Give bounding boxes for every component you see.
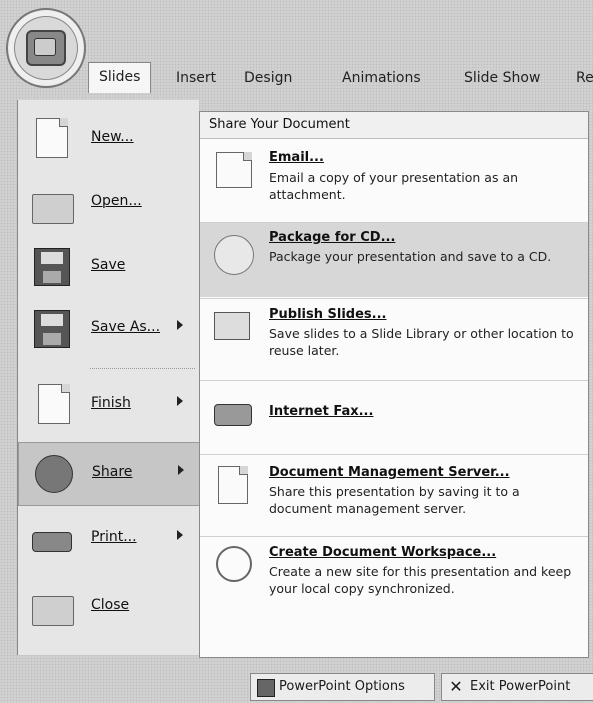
- office-menu: New... Open... Save Save As... Finish Sh…: [17, 100, 201, 655]
- share-option-description: Save slides to a Slide Library or other …: [269, 326, 574, 358]
- share-option-description: Share this presentation by saving it to …: [269, 484, 520, 516]
- share-panel: Share Your Document Email... Email a cop…: [199, 111, 589, 658]
- share-option-title: Package for CD...: [269, 230, 396, 245]
- menu-label: Save As...: [91, 319, 161, 335]
- share-option-title: Create Document Workspace...: [269, 545, 497, 560]
- menu-item-share[interactable]: Share: [18, 442, 201, 506]
- option-divider: [200, 454, 588, 455]
- share-option-description: Create a new site for this presentation …: [269, 564, 572, 596]
- office-button[interactable]: [6, 8, 86, 88]
- exit-label: Exit PowerPoint: [470, 679, 571, 694]
- share-option-package-cd[interactable]: Package for CD... Package your presentat…: [200, 223, 588, 297]
- menu-item-print[interactable]: Print...: [18, 508, 199, 570]
- menu-label: Print...: [91, 529, 137, 545]
- menu-item-close[interactable]: Close: [18, 576, 199, 638]
- share-option-publish-slides[interactable]: Publish Slides... Save slides to a Slide…: [200, 300, 588, 378]
- close-folder-icon: [30, 586, 74, 626]
- fax-icon: [210, 392, 254, 432]
- save-floppy-icon: [30, 246, 74, 286]
- office-logo-icon: [26, 30, 66, 66]
- options-label: PowerPoint Options: [279, 679, 405, 694]
- menu-label: Close: [91, 597, 130, 613]
- share-option-document-management-server[interactable]: Document Management Server... Share this…: [200, 456, 588, 534]
- cd-icon: [210, 235, 254, 275]
- share-people-icon: [31, 453, 75, 493]
- submenu-arrow-icon: [177, 320, 183, 330]
- menu-separator: [90, 368, 195, 369]
- tab-review[interactable]: Re: [576, 64, 593, 92]
- publish-slides-icon: [210, 312, 254, 352]
- tab-animations[interactable]: Animations: [342, 64, 421, 92]
- ribbon-tabs: Slides Insert Design Animations Slide Sh…: [88, 62, 593, 93]
- submenu-arrow-icon: [177, 530, 183, 540]
- share-option-title: Document Management Server...: [269, 465, 510, 480]
- share-option-title: Publish Slides...: [269, 307, 387, 322]
- submenu-arrow-icon: [178, 465, 184, 475]
- workspace-icon: [210, 546, 254, 586]
- share-option-create-workspace[interactable]: Create Document Workspace... Create a ne…: [200, 538, 588, 616]
- save-as-icon: [30, 308, 74, 348]
- menu-label: Save: [91, 257, 126, 273]
- email-icon: [210, 152, 254, 192]
- tab-slide-show[interactable]: Slide Show: [464, 64, 540, 92]
- open-folder-icon: [30, 182, 74, 224]
- menu-label: Share: [92, 464, 133, 480]
- share-option-email[interactable]: Email... Email a copy of your presentati…: [200, 142, 588, 220]
- share-option-title: Internet Fax...: [269, 404, 374, 419]
- tab-insert[interactable]: Insert: [176, 64, 216, 92]
- option-divider: [200, 298, 588, 299]
- menu-item-new[interactable]: New...: [18, 108, 199, 170]
- share-option-description: Package your presentation and save to a …: [269, 249, 552, 264]
- tab-slides[interactable]: Slides: [88, 62, 152, 93]
- option-divider: [200, 536, 588, 537]
- options-icon: [257, 679, 275, 697]
- exit-x-icon: ✕: [449, 677, 463, 696]
- share-option-internet-fax[interactable]: Internet Fax...: [200, 382, 588, 452]
- share-option-title: Email...: [269, 150, 324, 165]
- powerpoint-options-button[interactable]: PowerPoint Options: [250, 673, 435, 701]
- panel-header: Share Your Document: [200, 112, 588, 139]
- tab-design[interactable]: Design: [244, 64, 292, 92]
- option-divider: [200, 380, 588, 381]
- share-option-description: Email a copy of your presentation as an …: [269, 170, 519, 202]
- menu-item-save-as[interactable]: Save As...: [18, 298, 199, 360]
- finish-pen-icon: [30, 384, 74, 424]
- exit-powerpoint-button[interactable]: ✕ Exit PowerPoint: [441, 673, 593, 701]
- menu-label: New...: [91, 129, 134, 145]
- new-document-icon: [30, 118, 74, 158]
- submenu-arrow-icon: [177, 396, 183, 406]
- menu-label: Open...: [91, 193, 142, 209]
- menu-item-save[interactable]: Save: [18, 236, 199, 298]
- menu-item-finish[interactable]: Finish: [18, 374, 199, 436]
- menu-item-open[interactable]: Open...: [18, 172, 199, 234]
- menu-label: Finish: [91, 395, 131, 411]
- document-server-icon: [210, 466, 254, 506]
- printer-icon: [30, 518, 74, 558]
- panel-header-title: Share Your Document: [209, 117, 350, 132]
